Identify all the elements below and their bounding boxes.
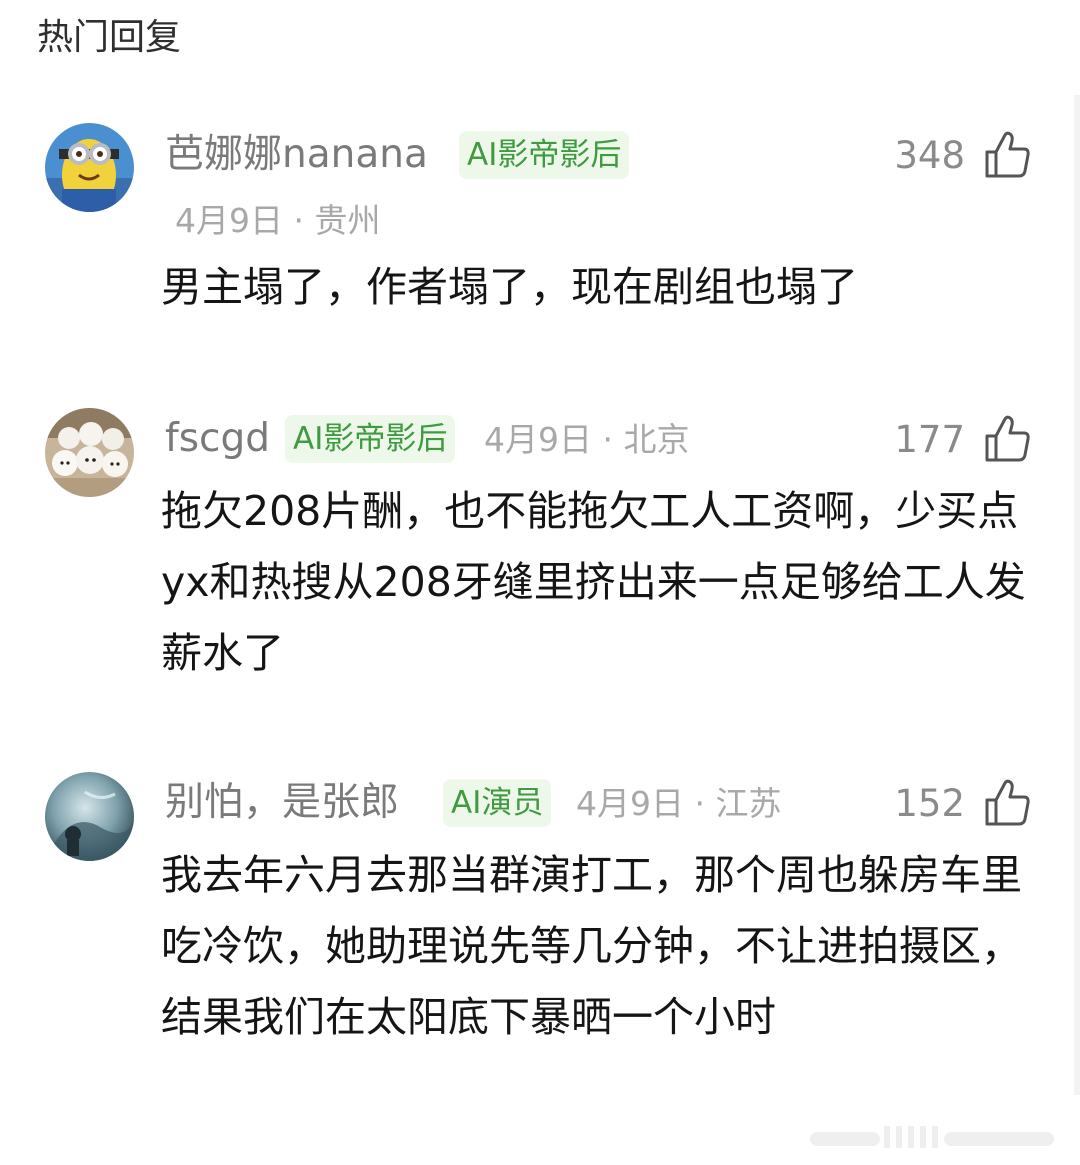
username[interactable]: fscgd	[165, 414, 270, 464]
thumbs-up-icon[interactable]	[983, 778, 1031, 828]
like-count: 177	[894, 418, 965, 461]
comment-text: 我去年六月去那当群演打工，那个周也躲房车里吃冷饮，她助理说先等几分钟，不让进拍摄…	[161, 851, 1022, 1041]
avatar[interactable]	[45, 772, 134, 861]
comment-text: 拖欠208片酬，也不能拖欠工人工资啊，少买点yx和热搜从208牙缝里挤出来一点足…	[161, 487, 1026, 677]
like-count: 348	[894, 134, 965, 177]
scroll-track	[1074, 95, 1080, 1095]
section-title: 热门回复	[37, 17, 182, 58]
thumbs-up-icon[interactable]	[983, 130, 1031, 180]
thumbs-up-icon[interactable]	[983, 414, 1031, 464]
comment-meta: 4月9日 · 贵州	[175, 201, 381, 240]
comment-meta: 4月9日 · 江苏	[576, 784, 782, 823]
user-badge: AI演员	[443, 779, 552, 827]
avatar[interactable]	[45, 408, 134, 497]
avatar[interactable]	[45, 123, 134, 212]
like-count: 152	[894, 782, 965, 825]
user-badge: AI影帝影后	[285, 415, 456, 463]
comment-text: 男主塌了，作者塌了，现在剧组也塌了	[161, 263, 858, 311]
watermark	[810, 1124, 1056, 1150]
username[interactable]: 芭娜娜nanana	[165, 130, 428, 180]
username[interactable]: 别怕，是张郎	[165, 778, 399, 828]
comment-meta: 4月9日 · 北京	[484, 420, 690, 459]
user-badge: AI影帝影后	[459, 131, 630, 179]
